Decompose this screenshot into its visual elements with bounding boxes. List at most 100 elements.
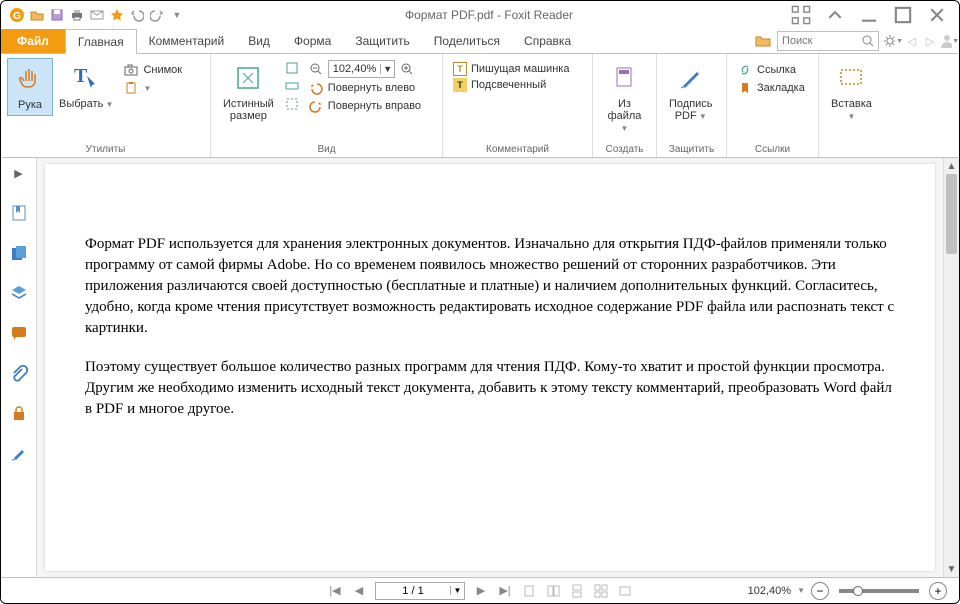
minimize-icon[interactable]	[859, 5, 879, 25]
undo-icon[interactable]	[127, 5, 147, 25]
clipboard-icon	[123, 80, 139, 96]
rotate-left-icon	[308, 80, 324, 96]
link-button[interactable]: Ссылка	[737, 62, 805, 78]
fit-visible-icon	[284, 96, 300, 112]
zoom-out-button[interactable]: −	[811, 582, 829, 600]
window-title: Формат PDF.pdf - Foxit Reader	[187, 8, 791, 22]
bookmarks-panel-icon[interactable]	[8, 202, 30, 224]
view-mode-2-icon[interactable]	[545, 583, 561, 599]
expand-icon[interactable]: ▶	[8, 162, 30, 184]
zoom-slider[interactable]	[839, 589, 919, 593]
security-panel-icon[interactable]	[8, 402, 30, 424]
scroll-down-icon[interactable]: ▼	[944, 561, 959, 577]
print-icon[interactable]	[67, 5, 87, 25]
rotate-right-button[interactable]: Повернуть вправо	[308, 98, 421, 114]
search-icon[interactable]	[858, 31, 878, 51]
status-bar: |◀ ◀ 1 / 1▼ ▶ ▶| 102,40%▼ − +	[1, 577, 959, 603]
group-links: Ссылка Закладка Ссылки	[727, 54, 819, 157]
scroll-up-[interactable]: ▲	[944, 158, 959, 174]
navigation-pane: ▶	[1, 158, 37, 577]
zoom-in-button[interactable]: +	[929, 582, 947, 600]
rotate-left-button[interactable]: Повернуть влево	[308, 80, 421, 96]
pages-panel-icon[interactable]	[8, 242, 30, 264]
email-icon[interactable]	[87, 5, 107, 25]
next-page-icon[interactable]: ▶	[473, 583, 489, 599]
select-icon: T	[70, 62, 102, 94]
group-utilities: Рука T Выбрать ▼ Снимок ▼ Утилиты	[1, 54, 211, 157]
snapshot-button[interactable]: Снимок	[123, 62, 182, 78]
fit-width-button[interactable]	[284, 78, 300, 94]
qa-dropdown-icon[interactable]: ▼	[167, 5, 187, 25]
fit-page-button[interactable]	[284, 60, 300, 76]
zoom-combo[interactable]: 102,40%▼	[328, 60, 395, 78]
group-create: Из файла ▼ Создать	[593, 54, 657, 157]
search-field[interactable]	[778, 35, 858, 47]
view-mode-5-icon[interactable]	[617, 583, 633, 599]
zoom-in-icon[interactable]	[399, 61, 415, 77]
svg-text:T: T	[74, 65, 88, 87]
group-comment: TПишущая машинка TПодсвеченный Комментар…	[443, 54, 593, 157]
prev-page-icon[interactable]: ◀	[351, 583, 367, 599]
save-icon[interactable]	[47, 5, 67, 25]
app-icon[interactable]: G	[7, 5, 27, 25]
folder-icon[interactable]	[753, 29, 773, 53]
tab-help[interactable]: Справка	[512, 29, 583, 53]
view-mode-4-icon[interactable]	[593, 583, 609, 599]
scroll-thumb[interactable]	[946, 174, 957, 254]
prev-icon[interactable]: ◁	[903, 29, 921, 53]
bookmark-button[interactable]: Закладка	[737, 80, 805, 96]
next-icon[interactable]: ▷	[921, 29, 939, 53]
tab-comment[interactable]: Комментарий	[137, 29, 237, 53]
tab-file[interactable]: Файл	[1, 29, 65, 53]
attachments-panel-icon[interactable]	[8, 362, 30, 384]
ribbon-tabs: Файл Главная Комментарий Вид Форма Защит…	[1, 29, 959, 54]
tab-form[interactable]: Форма	[282, 29, 343, 53]
fullscreen-icon[interactable]	[791, 5, 811, 25]
comments-panel-icon[interactable]	[8, 322, 30, 344]
close-icon[interactable]	[927, 5, 947, 25]
collapse-ribbon-icon[interactable]	[825, 5, 845, 25]
page[interactable]: Формат PDF используется для хранения эле…	[45, 164, 935, 571]
gear-icon[interactable]: ▼	[883, 29, 903, 53]
vertical-scrollbar[interactable]: ▲ ▼	[943, 158, 959, 577]
layers-panel-icon[interactable]	[8, 282, 30, 304]
maximize-icon[interactable]	[893, 5, 913, 25]
camera-icon	[123, 62, 139, 78]
redo-icon[interactable]	[147, 5, 167, 25]
insert-button[interactable]: Вставка ▼	[825, 58, 878, 126]
signatures-panel-icon[interactable]	[8, 442, 30, 464]
fit-visible-button[interactable]	[284, 96, 300, 112]
star-icon[interactable]	[107, 5, 127, 25]
last-page-icon[interactable]: ▶|	[497, 583, 513, 599]
first-page-icon[interactable]: |◀	[327, 583, 343, 599]
zoom-label: 102,40%	[748, 585, 791, 597]
zoom-out-icon[interactable]	[308, 61, 324, 77]
open-icon[interactable]	[27, 5, 47, 25]
from-file-button[interactable]: Из файла ▼	[599, 58, 650, 138]
from-file-icon	[609, 62, 641, 94]
select-tool-button[interactable]: T Выбрать ▼	[53, 58, 119, 114]
tab-view[interactable]: Вид	[236, 29, 282, 53]
hand-tool-button[interactable]: Рука	[7, 58, 53, 116]
typewriter-button[interactable]: TПишущая машинка	[453, 62, 569, 76]
svg-text:G: G	[13, 11, 21, 22]
ribbon: Рука T Выбрать ▼ Снимок ▼ Утилиты Истинн…	[1, 54, 959, 158]
document-area: Формат PDF используется для хранения эле…	[37, 158, 959, 577]
typewriter-icon: T	[453, 62, 467, 76]
sign-icon	[675, 62, 707, 94]
view-mode-1-icon[interactable]	[521, 583, 537, 599]
pdf-sign-button[interactable]: Подпись PDF ▼	[663, 58, 719, 126]
tab-home[interactable]: Главная	[65, 29, 137, 54]
search-input[interactable]	[777, 31, 879, 51]
workspace: ▶ Формат PDF используется для хранения э…	[1, 158, 959, 577]
view-mode-3-icon[interactable]	[569, 583, 585, 599]
clipboard-button[interactable]: ▼	[123, 80, 182, 96]
user-icon[interactable]: ▼	[939, 29, 959, 53]
fit-page-icon	[284, 60, 300, 76]
tab-share[interactable]: Поделиться	[422, 29, 512, 53]
highlight-button[interactable]: TПодсвеченный	[453, 78, 569, 92]
hand-icon	[14, 63, 46, 95]
actual-size-button[interactable]: Истинный размер	[217, 58, 280, 126]
tab-protect[interactable]: Защитить	[343, 29, 421, 53]
page-number-input[interactable]: 1 / 1▼	[375, 582, 465, 600]
